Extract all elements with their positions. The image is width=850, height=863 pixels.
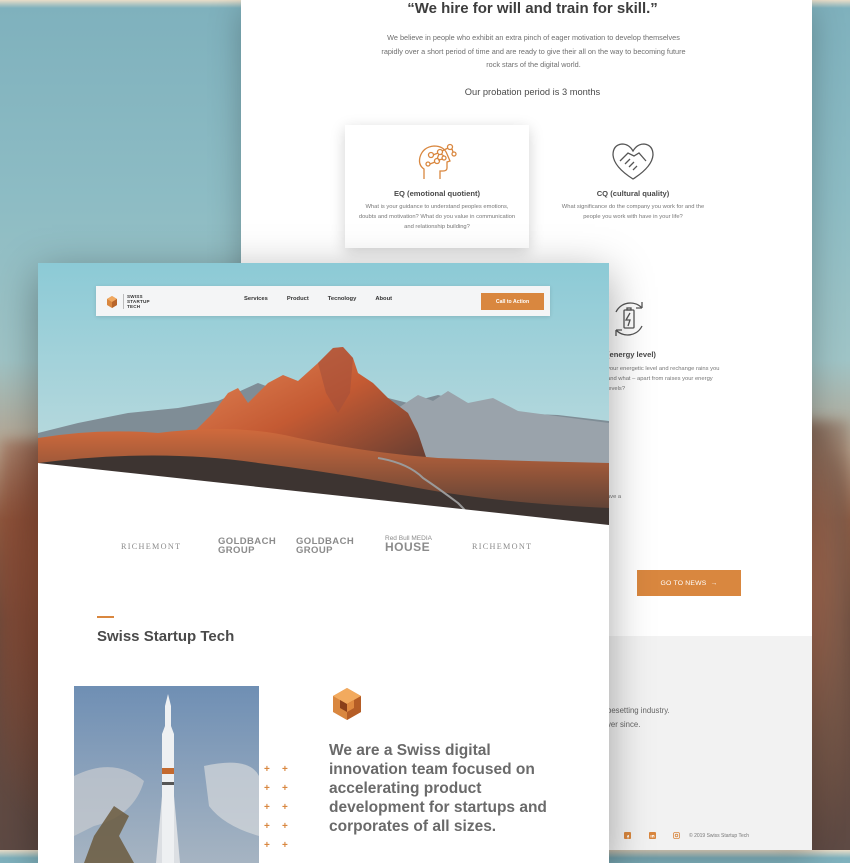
feature-description: your energetic level and rechange rains … (607, 366, 720, 392)
copyright-text: © 2019 Swiss Startup Tech (689, 833, 750, 839)
feature-card-cq: CQ (cultural quality) What significance … (541, 125, 725, 248)
footer-text: ver since. (607, 720, 641, 729)
nav-link-tecnology[interactable]: Tecnology (328, 296, 357, 302)
feature-card-eq: EQ (emotional quotient) What is your gui… (345, 125, 529, 248)
rocket-launch-image (74, 686, 259, 863)
nav-links: Services Product Tecnology About (244, 296, 392, 302)
footer-text: besetting industry. (607, 706, 670, 715)
facebook-icon[interactable] (624, 832, 631, 839)
homepage-preview: SWISS STARTUP TECH Services Product Tecn… (38, 263, 609, 863)
client-logo-redbull-media-house: Red Bull MEDIA HOUSE (385, 535, 432, 554)
plus-icon: + (282, 783, 288, 794)
call-to-action-button[interactable]: Call to Action (481, 293, 544, 310)
section-title: Swiss Startup Tech (97, 628, 235, 645)
brand-line-3: TECH (127, 304, 141, 309)
brain-network-icon (418, 143, 457, 179)
instagram-icon[interactable] (673, 832, 680, 839)
feature-title: EQ (emotional quotient) (393, 189, 481, 198)
linkedin-icon[interactable] (649, 832, 656, 839)
battery-cycle-icon (615, 302, 643, 336)
cube-logo-icon (333, 688, 361, 720)
plus-icon: + (282, 764, 288, 775)
client-logo-line: GROUP (218, 545, 255, 556)
hiring-quote-heading: “We hire for will and train for skill.” (407, 0, 658, 17)
cube-logo-icon (107, 295, 117, 308)
feature-description: What significance do the company you wor… (561, 204, 705, 220)
plus-icon: + (282, 821, 288, 832)
feature-title: CQ (cultural quality) (596, 189, 670, 198)
plus-icon: + (282, 802, 288, 813)
feature-description: What is your guidance to understand peop… (358, 204, 516, 230)
client-logo-line: GROUP (296, 545, 333, 556)
brand-logo[interactable]: SWISS STARTUP TECH (105, 294, 150, 309)
client-logo-richemont: RICHEMONT (472, 542, 533, 551)
navbar: SWISS STARTUP TECH Services Product Tecn… (96, 286, 550, 316)
brand-logo-text: SWISS STARTUP TECH (123, 294, 150, 309)
nav-link-about[interactable]: About (375, 296, 392, 302)
nav-link-services[interactable]: Services (244, 296, 268, 302)
client-logo-goldbach: GOLDBACH GROUP (218, 537, 276, 556)
nav-link-product[interactable]: Product (287, 296, 309, 302)
about-statement: We are a Swiss digital innovation team f… (329, 742, 547, 835)
probation-text: Our probation period is 3 months (464, 87, 601, 97)
heart-handshake-icon (612, 143, 654, 180)
plus-icon: + (264, 764, 270, 775)
feature-title: (energy level) (607, 350, 656, 359)
arrow-right-icon: → (710, 579, 718, 587)
client-logo-richemont: RICHEMONT (121, 542, 182, 551)
plus-icon: + (264, 783, 270, 794)
go-to-news-label: GO TO NEWS (660, 579, 707, 587)
client-logos: RICHEMONT GOLDBACH GROUP GOLDBACH GROUP … (38, 533, 609, 563)
hiring-paragraph: We believe in people who exhibit an extr… (381, 33, 686, 69)
go-to-news-button[interactable]: GO TO NEWS → (637, 570, 741, 596)
section-accent-line (97, 616, 114, 618)
client-logo-line: HOUSE (385, 540, 431, 554)
plus-icon: + (264, 802, 270, 813)
client-logo-goldbach: GOLDBACH GROUP (296, 537, 354, 556)
plus-icon: + (264, 821, 270, 832)
